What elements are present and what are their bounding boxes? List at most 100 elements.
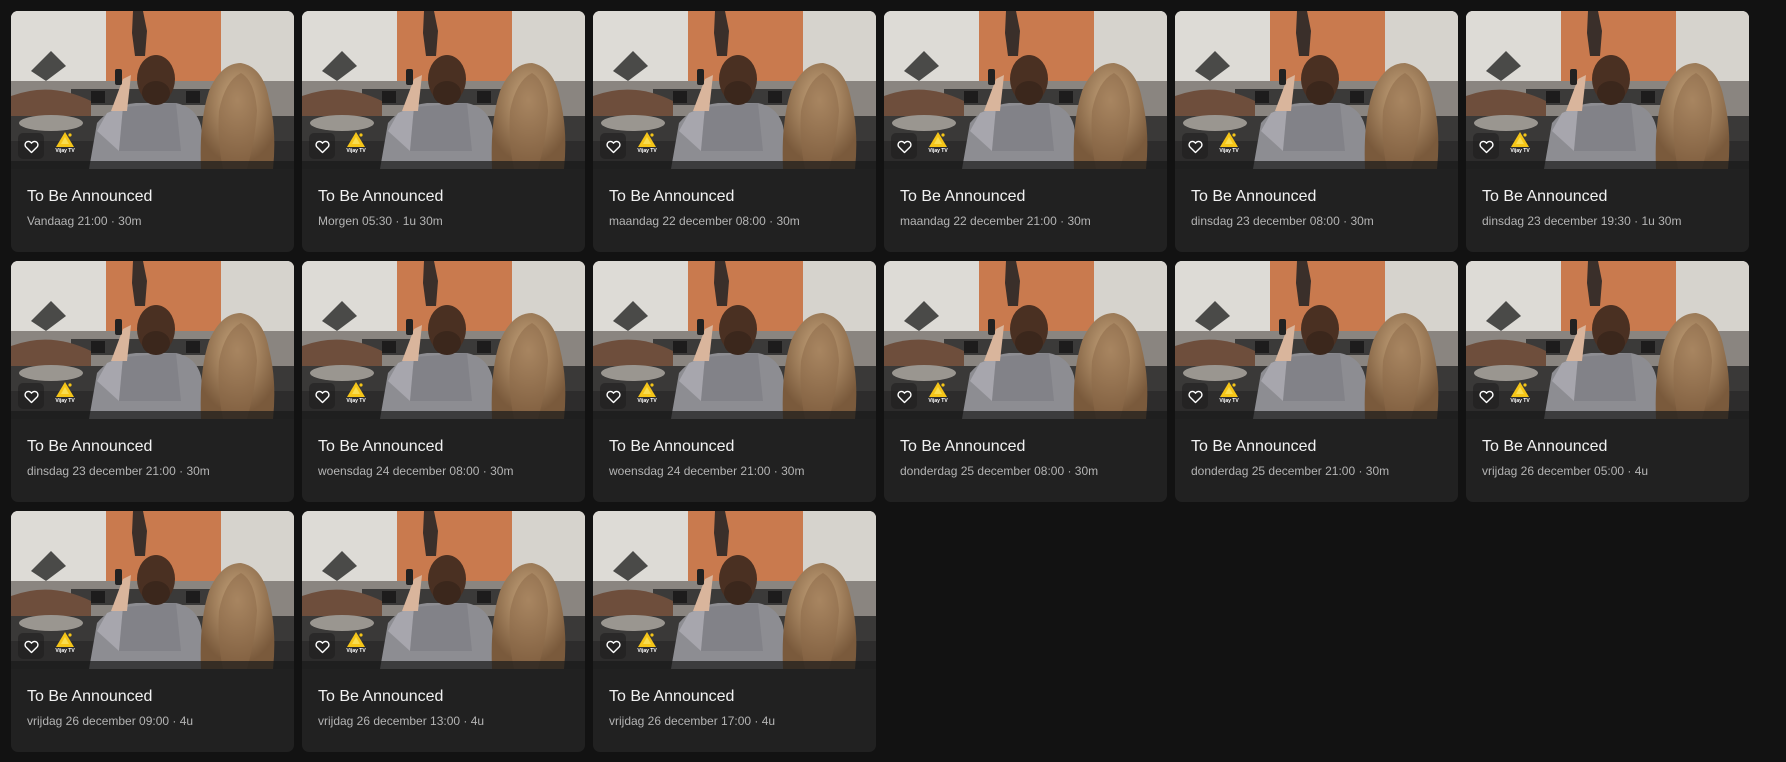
favorite-button[interactable] — [18, 383, 44, 409]
program-info: To Be Announced woensdag 24 december 21:… — [593, 419, 876, 479]
channel-logo: Vijay TV — [1216, 131, 1242, 159]
program-title: To Be Announced — [900, 438, 1026, 455]
favorite-button[interactable] — [309, 633, 335, 659]
heart-outline-icon — [1187, 140, 1203, 153]
favorite-button[interactable] — [891, 133, 917, 159]
program-info: To Be Announced dinsdag 23 december 19:3… — [1466, 169, 1749, 229]
favorite-button[interactable] — [18, 133, 44, 159]
favorite-button[interactable] — [1473, 133, 1499, 159]
program-thumbnail: Vijay TV — [1175, 261, 1458, 419]
heart-outline-icon — [605, 390, 621, 403]
program-info: To Be Announced woensdag 24 december 08:… — [302, 419, 585, 479]
favorite-button[interactable] — [1182, 133, 1208, 159]
channel-logo: Vijay TV — [1507, 381, 1533, 409]
favorite-button[interactable] — [18, 633, 44, 659]
channel-name: Vijay TV — [1219, 148, 1239, 154]
program-card[interactable]: Vijay TV To Be Announced Morgen 05:30 · … — [302, 11, 585, 252]
heart-outline-icon — [23, 640, 39, 653]
favorite-button[interactable] — [600, 133, 626, 159]
channel-logo: Vijay TV — [925, 381, 951, 409]
program-card[interactable]: Vijay TV To Be Announced vrijdag 26 dece… — [302, 511, 585, 752]
program-card[interactable]: Vijay TV To Be Announced vrijdag 26 dece… — [593, 511, 876, 752]
program-card[interactable]: Vijay TV To Be Announced woensdag 24 dec… — [593, 261, 876, 502]
channel-name: Vijay TV — [55, 398, 75, 404]
program-schedule: Morgen 05:30 · 1u 30m — [318, 214, 443, 228]
program-info: To Be Announced dinsdag 23 december 08:0… — [1175, 169, 1458, 229]
program-title: To Be Announced — [609, 188, 735, 205]
program-thumbnail: Vijay TV — [593, 261, 876, 419]
channel-name: Vijay TV — [1510, 148, 1530, 154]
channel-name: Vijay TV — [346, 648, 366, 654]
program-thumbnail: Vijay TV — [11, 261, 294, 419]
heart-outline-icon — [605, 140, 621, 153]
channel-logo: Vijay TV — [52, 131, 78, 159]
channel-logo: Vijay TV — [52, 631, 78, 659]
program-card[interactable]: Vijay TV To Be Announced maandag 22 dece… — [884, 11, 1167, 252]
program-card[interactable]: Vijay TV To Be Announced woensdag 24 dec… — [302, 261, 585, 502]
channel-name: Vijay TV — [1510, 398, 1530, 404]
program-card[interactable]: Vijay TV To Be Announced donderdag 25 de… — [884, 261, 1167, 502]
vijay-tv-logo-icon — [56, 132, 74, 147]
program-schedule: woensdag 24 december 08:00 · 30m — [318, 464, 514, 478]
vijay-tv-logo-icon — [929, 132, 947, 147]
favorite-button[interactable] — [1473, 383, 1499, 409]
vijay-tv-logo-icon — [638, 382, 656, 397]
favorite-button[interactable] — [600, 383, 626, 409]
program-title: To Be Announced — [318, 438, 444, 455]
program-title: To Be Announced — [27, 438, 153, 455]
program-info: To Be Announced vrijdag 26 december 17:0… — [593, 669, 876, 729]
channel-logo: Vijay TV — [634, 131, 660, 159]
heart-outline-icon — [1478, 390, 1494, 403]
program-grid: Vijay TV To Be Announced Vandaag 21:00 ·… — [11, 11, 1749, 752]
program-card[interactable]: Vijay TV To Be Announced donderdag 25 de… — [1175, 261, 1458, 502]
program-schedule: donderdag 25 december 21:00 · 30m — [1191, 464, 1390, 478]
program-info: To Be Announced vrijdag 26 december 13:0… — [302, 669, 585, 729]
program-card[interactable]: Vijay TV To Be Announced dinsdag 23 dece… — [11, 261, 294, 502]
heart-outline-icon — [23, 140, 39, 153]
favorite-button[interactable] — [309, 133, 335, 159]
channel-name: Vijay TV — [1219, 398, 1239, 404]
program-schedule: maandag 22 december 21:00 · 30m — [900, 214, 1091, 228]
program-card[interactable]: Vijay TV To Be Announced Vandaag 21:00 ·… — [11, 11, 294, 252]
favorite-button[interactable] — [891, 383, 917, 409]
program-schedule: vrijdag 26 december 17:00 · 4u — [609, 714, 776, 728]
channel-name: Vijay TV — [637, 148, 657, 154]
favorite-button[interactable] — [1182, 383, 1208, 409]
program-thumbnail: Vijay TV — [1466, 261, 1749, 419]
heart-outline-icon — [23, 390, 39, 403]
channel-logo: Vijay TV — [925, 131, 951, 159]
channel-logo: Vijay TV — [343, 381, 369, 409]
channel-name: Vijay TV — [637, 398, 657, 404]
program-card[interactable]: Vijay TV To Be Announced dinsdag 23 dece… — [1175, 11, 1458, 252]
channel-name: Vijay TV — [55, 648, 75, 654]
program-info: To Be Announced Morgen 05:30 · 1u 30m — [302, 169, 585, 229]
program-schedule: dinsdag 23 december 21:00 · 30m — [27, 464, 210, 478]
heart-outline-icon — [605, 640, 621, 653]
vijay-tv-logo-icon — [929, 382, 947, 397]
program-card[interactable]: Vijay TV To Be Announced vrijdag 26 dece… — [1466, 261, 1749, 502]
program-schedule: woensdag 24 december 21:00 · 30m — [609, 464, 805, 478]
vijay-tv-logo-icon — [1511, 382, 1529, 397]
favorite-button[interactable] — [309, 383, 335, 409]
program-thumbnail: Vijay TV — [884, 11, 1167, 169]
program-title: To Be Announced — [1191, 188, 1317, 205]
vijay-tv-logo-icon — [347, 632, 365, 647]
program-thumbnail: Vijay TV — [302, 11, 585, 169]
program-info: To Be Announced Vandaag 21:00 · 30m — [11, 169, 294, 229]
channel-logo: Vijay TV — [634, 631, 660, 659]
channel-name: Vijay TV — [346, 148, 366, 154]
program-thumbnail: Vijay TV — [1466, 11, 1749, 169]
vijay-tv-logo-icon — [1220, 132, 1238, 147]
program-thumbnail: Vijay TV — [1175, 11, 1458, 169]
channel-name: Vijay TV — [55, 148, 75, 154]
program-info: To Be Announced donderdag 25 december 21… — [1175, 419, 1458, 479]
program-title: To Be Announced — [900, 188, 1026, 205]
program-card[interactable]: Vijay TV To Be Announced dinsdag 23 dece… — [1466, 11, 1749, 252]
favorite-button[interactable] — [600, 633, 626, 659]
vijay-tv-logo-icon — [56, 632, 74, 647]
program-card[interactable]: Vijay TV To Be Announced maandag 22 dece… — [593, 11, 876, 252]
program-info: To Be Announced donderdag 25 december 08… — [884, 419, 1167, 479]
program-card[interactable]: Vijay TV To Be Announced vrijdag 26 dece… — [11, 511, 294, 752]
vijay-tv-logo-icon — [1511, 132, 1529, 147]
channel-name: Vijay TV — [928, 148, 948, 154]
